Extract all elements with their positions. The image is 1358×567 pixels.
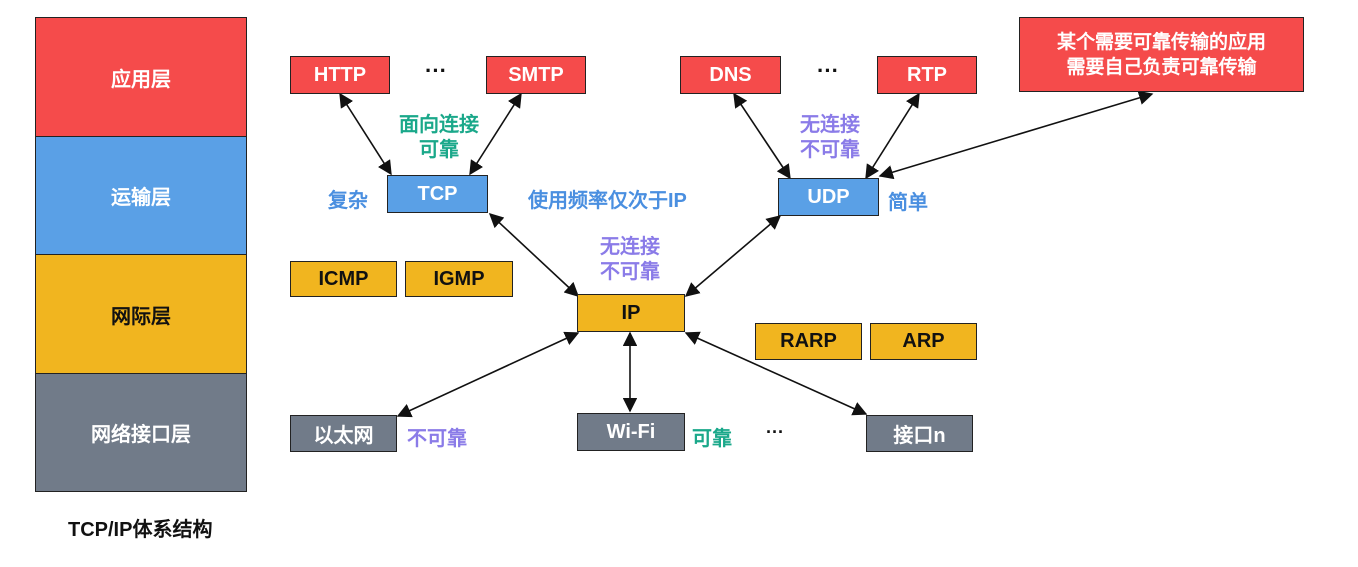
protocol-rtp: RTP bbox=[877, 56, 977, 94]
link-ellipsis: ··· bbox=[766, 422, 784, 442]
protocol-smtp-label: SMTP bbox=[508, 63, 564, 86]
protocol-rarp: RARP bbox=[755, 323, 862, 360]
reliability-note: 某个需要可靠传输的应用 需要自己负责可靠传输 bbox=[1019, 17, 1304, 92]
tcp-conn-line-2: 可靠 bbox=[419, 139, 459, 161]
protocol-arp: ARP bbox=[870, 323, 977, 360]
udp-conn-line-1: 无连接 bbox=[800, 114, 860, 136]
protocol-arp-label: ARP bbox=[902, 330, 945, 352]
network-ethernet: 以太网 bbox=[290, 415, 397, 452]
protocol-igmp-label: IGMP bbox=[433, 267, 485, 290]
network-wifi: Wi-Fi bbox=[577, 413, 685, 451]
protocol-udp-label: UDP bbox=[807, 185, 850, 208]
network-interface-n: 接口n bbox=[866, 415, 973, 452]
note-line-1: 某个需要可靠传输的应用 bbox=[1056, 31, 1266, 53]
protocol-icmp: ICMP bbox=[290, 261, 397, 297]
arrow-note-udp bbox=[878, 90, 1154, 180]
udp-conn-line-2: 不可靠 bbox=[800, 139, 860, 161]
ip-connection-note: 无连接 不可靠 bbox=[575, 235, 685, 285]
network-wifi-label: Wi-Fi bbox=[606, 420, 656, 443]
udp-connection-note: 无连接 不可靠 bbox=[775, 113, 885, 163]
protocol-ip-label: IP bbox=[621, 301, 641, 324]
protocol-tcp-label: TCP bbox=[417, 182, 458, 205]
arrow-udp-ip bbox=[684, 215, 782, 297]
network-ethernet-label: 以太网 bbox=[313, 425, 374, 447]
protocol-http-label: HTTP bbox=[313, 63, 367, 86]
tcp-frequency-note: 使用频率仅次于IP bbox=[528, 190, 687, 212]
tcp-connection-note: 面向连接 可靠 bbox=[384, 113, 494, 163]
protocol-rtp-label: RTP bbox=[907, 63, 947, 86]
network-interface-n-label: 接口n bbox=[893, 425, 946, 447]
ip-conn-line-2: 不可靠 bbox=[600, 261, 660, 283]
app-left-ellipsis: ··· bbox=[425, 58, 447, 83]
protocol-tcp: TCP bbox=[387, 175, 488, 213]
protocol-rarp-label: RARP bbox=[780, 330, 837, 352]
protocol-icmp-label: ICMP bbox=[318, 267, 369, 290]
protocol-http: HTTP bbox=[290, 56, 390, 94]
wifi-reliable-note: 可靠 bbox=[692, 428, 732, 450]
note-line-2: 需要自己负责可靠传输 bbox=[1066, 56, 1257, 78]
protocol-igmp: IGMP bbox=[405, 261, 513, 297]
udp-simple-note: 简单 bbox=[888, 192, 928, 214]
arrow-ip-ethernet bbox=[396, 331, 580, 418]
ip-conn-line-1: 无连接 bbox=[600, 236, 660, 258]
protocol-dns-label: DNS bbox=[709, 63, 752, 86]
protocol-udp: UDP bbox=[778, 178, 879, 216]
protocol-ip: IP bbox=[577, 294, 685, 332]
protocol-smtp: SMTP bbox=[486, 56, 586, 94]
tcp-conn-line-1: 面向连接 bbox=[399, 114, 479, 136]
tcp-complex-note: 复杂 bbox=[328, 190, 368, 212]
protocol-dns: DNS bbox=[680, 56, 781, 94]
ethernet-unreliable-note: 不可靠 bbox=[407, 428, 467, 450]
app-right-ellipsis: ··· bbox=[817, 58, 839, 83]
